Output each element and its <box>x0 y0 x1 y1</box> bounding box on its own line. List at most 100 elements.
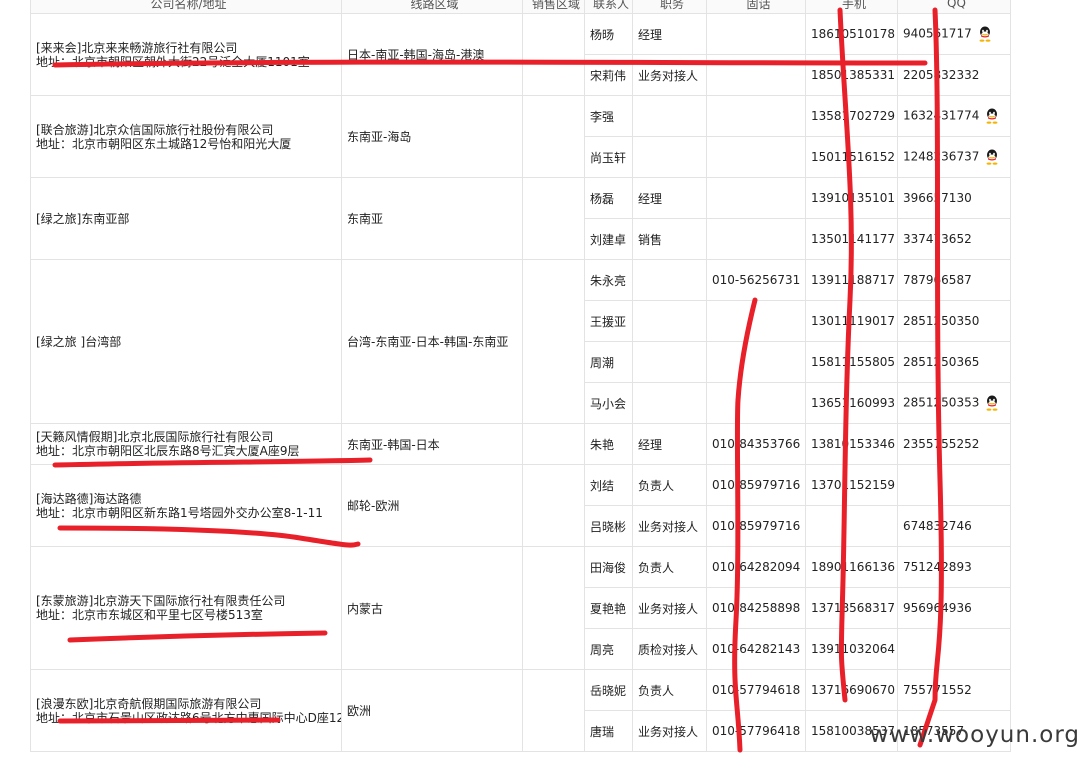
qq-number: 755771552 <box>903 683 972 697</box>
qq-number: 1248236737 <box>903 149 980 164</box>
company-name: 北京来来畅游旅行社有限公司 <box>81 40 238 55</box>
contact-mobile: 18501385331 <box>805 54 898 96</box>
contact-title: 业务对接人 <box>632 505 707 547</box>
contact-phone: 010-85979716 <box>706 464 806 506</box>
contact-phone <box>706 13 806 55</box>
contact-mobile: 13911032064 <box>805 628 898 670</box>
qq-number: 2205832332 <box>903 68 980 82</box>
region-cell: 东南亚 <box>341 177 523 260</box>
contact-title: 业务对接人 <box>632 54 707 96</box>
table-row: [来来会]北京来来畅游旅行社有限公司 地址：北京市朝阳区朝外大街22号泛全大厦1… <box>30 13 1011 96</box>
contact-name: 朱永亮 <box>584 259 633 301</box>
contact-phone <box>706 54 806 96</box>
contact-title: 经理 <box>632 13 707 55</box>
region-cell: 日本-南亚-韩国-海岛-港澳 <box>341 13 523 96</box>
qq-number: 956964936 <box>903 601 972 615</box>
sales-cell <box>522 95 585 178</box>
contact-phone <box>706 300 806 342</box>
contact-title: 经理 <box>632 423 707 465</box>
company-brand: [海达路德] <box>36 491 94 506</box>
qq-number: 940561717 <box>903 26 972 41</box>
contact-phone: 010-84258898 <box>706 587 806 629</box>
company-brand: [东蒙旅游] <box>36 594 94 608</box>
qq-penguin-icon[interactable] <box>985 108 999 124</box>
contact-mobile: 13810153346 <box>805 423 898 465</box>
contact-phone: 010-85979716 <box>706 505 806 547</box>
contact-phone <box>706 136 806 178</box>
company-address: 地址：北京市东城区和平里七区号楼513室 <box>36 608 263 622</box>
sales-cell <box>522 259 585 424</box>
contact-mobile: 18610510178 <box>805 13 898 55</box>
contact-title: 质检对接人 <box>632 628 707 670</box>
contact-title: 业务对接人 <box>632 710 707 752</box>
company-name: 台湾部 <box>85 334 122 349</box>
qq-penguin-icon[interactable] <box>985 395 999 411</box>
company-cell: [天籁风情假期]北京北辰国际旅行社有限公司 地址：北京市朝阳区北辰东路8号汇宾大… <box>30 423 342 465</box>
sales-cell <box>522 464 585 547</box>
region-cell: 欧洲 <box>341 669 523 752</box>
region-cell: 邮轮-欧洲 <box>341 464 523 547</box>
region-cell: 内蒙古 <box>341 546 523 670</box>
company-cell: [来来会]北京来来畅游旅行社有限公司 地址：北京市朝阳区朝外大街22号泛全大厦1… <box>30 13 342 96</box>
contact-name: 宋莉伟 <box>584 54 633 96</box>
contact-name: 夏艳艳 <box>584 587 633 629</box>
company-address: 地址：北京市朝阳区新东路1号塔园外交办公室8-1-11 <box>36 505 323 520</box>
company-cell: [海达路德]海达路德 地址：北京市朝阳区新东路1号塔园外交办公室8-1-11 <box>30 464 342 547</box>
contact-title: 负责人 <box>632 464 707 506</box>
contact-title: 经理 <box>632 177 707 219</box>
sales-cell <box>522 423 585 465</box>
qq-number: 751242893 <box>903 560 972 574</box>
contact-qq <box>897 628 1011 670</box>
contact-title <box>632 259 707 301</box>
contact-mobile: 13716690670 <box>805 669 898 711</box>
company-brand: [来来会] <box>36 40 82 55</box>
company-cell: [绿之旅 ]台湾部 <box>30 259 342 424</box>
qq-penguin-icon[interactable] <box>978 26 992 42</box>
table-row: [天籁风情假期]北京北辰国际旅行社有限公司 地址：北京市朝阳区北辰东路8号汇宾大… <box>30 423 1011 465</box>
company-brand: [绿之旅 ] <box>36 334 86 349</box>
contact-qq: 755771552 <box>897 669 1011 711</box>
contact-mobile: 15011516152 <box>805 136 898 178</box>
contact-name: 王援亚 <box>584 300 633 342</box>
region-cell: 台湾-东南亚-日本-韩国-东南亚 <box>341 259 523 424</box>
company-cell: [浪漫东欧]北京奇航假期国际旅游有限公司 地址：北京市石景山区政达路6号北方中惠… <box>30 669 342 752</box>
contact-name: 朱艳 <box>584 423 633 465</box>
contact-name: 杨磊 <box>584 177 633 219</box>
qq-number: 2851250353 <box>903 395 980 410</box>
contact-qq: 674832746 <box>897 505 1011 547</box>
contact-name: 唐瑞 <box>584 710 633 752</box>
contact-name: 周潮 <box>584 341 633 383</box>
contact-phone: 010-84353766 <box>706 423 806 465</box>
contact-qq: 2205832332 <box>897 54 1011 96</box>
contact-mobile: 15811155805 <box>805 341 898 383</box>
contact-mobile: 13718568317 <box>805 587 898 629</box>
table-row: [东蒙旅游]北京游天下国际旅行社有限责任公司 地址：北京市东城区和平里七区号楼5… <box>30 546 1011 670</box>
qq-penguin-icon[interactable] <box>985 149 999 165</box>
company-cell: [联合旅游]北京众信国际旅行社股份有限公司 地址：北京市朝阳区东土城路12号怡和… <box>30 95 342 178</box>
contact-name: 岳晓妮 <box>584 669 633 711</box>
qq-number: 396657130 <box>903 191 972 205</box>
contact-mobile: 13581702729 <box>805 95 898 137</box>
contact-phone: 010-56256731 <box>706 259 806 301</box>
qq-number: 1632431774 <box>903 108 980 123</box>
company-brand: [浪漫东欧] <box>36 696 94 711</box>
company-name: 东南亚部 <box>81 211 130 226</box>
contact-name: 刘建卓 <box>584 218 633 260</box>
contact-title <box>632 95 707 137</box>
contact-phone: 010-57794618 <box>706 669 806 711</box>
company-name: 北京游天下国际旅行社有限责任公司 <box>93 594 286 608</box>
contact-mobile: 13701152159 <box>805 464 898 506</box>
header-sales: 销售区域 <box>522 0 585 14</box>
watermark: www.wooyun.org <box>869 722 1080 748</box>
header-phone: 固话 <box>706 0 806 14</box>
contacts-table: 公司名称/地址 线路区域 销售区域 联系人 职务 固话 手机 QQ [来来会]北… <box>30 0 1011 752</box>
contact-name: 田海俊 <box>584 546 633 588</box>
company-cell: [东蒙旅游]北京游天下国际旅行社有限责任公司 地址：北京市东城区和平里七区号楼5… <box>30 546 342 670</box>
contact-qq: 396657130 <box>897 177 1011 219</box>
table-row: [绿之旅 ]台湾部 台湾-东南亚-日本-韩国-东南亚 朱永亮 010-56256… <box>30 259 1011 424</box>
table-header-row: 公司名称/地址 线路区域 销售区域 联系人 职务 固话 手机 QQ <box>30 0 1011 14</box>
contact-qq: 1248236737 <box>897 136 1011 178</box>
contact-mobile: 13911188717 <box>805 259 898 301</box>
contact-name: 刘结 <box>584 464 633 506</box>
contact-phone <box>706 382 806 424</box>
